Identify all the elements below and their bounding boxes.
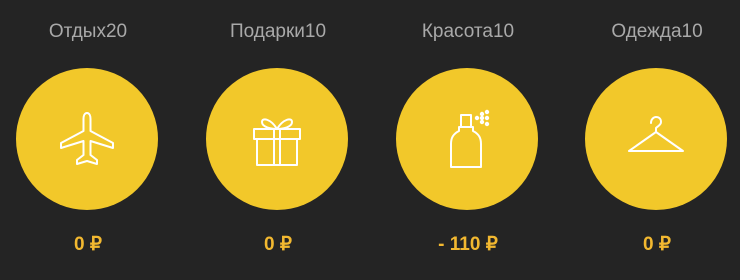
- category-button-clothes[interactable]: [585, 68, 727, 210]
- category-name: Подарки10: [229, 21, 327, 42]
- hanger-icon: [628, 116, 684, 152]
- category-item-clothes[interactable]: Одежда10 0 ₽: [577, 0, 737, 280]
- category-name: Красота10: [421, 21, 515, 42]
- category-button-rest[interactable]: [16, 68, 158, 210]
- category-item-rest[interactable]: Отдых20 0 ₽: [8, 0, 168, 280]
- category-amount: 0 ₽: [264, 234, 292, 255]
- category-name: Одежда10: [611, 21, 703, 42]
- category-button-beauty[interactable]: [396, 68, 538, 210]
- category-amount: 0 ₽: [74, 234, 102, 255]
- perfume-spray-icon: [450, 109, 490, 168]
- category-item-gifts[interactable]: Подарки10 0 ₽: [198, 0, 358, 280]
- airplane-icon: [60, 112, 114, 165]
- category-button-gifts[interactable]: [206, 68, 348, 210]
- category-row: Отдых20 0 ₽ Подарки10 0 ₽ Красота10 - 11…: [0, 0, 740, 280]
- gift-icon: [253, 118, 301, 166]
- category-amount: 0 ₽: [643, 234, 671, 255]
- category-name: Отдых20: [48, 21, 128, 42]
- category-amount: - 110 ₽: [438, 234, 498, 255]
- category-item-beauty[interactable]: Красота10 - 110 ₽: [388, 0, 548, 280]
